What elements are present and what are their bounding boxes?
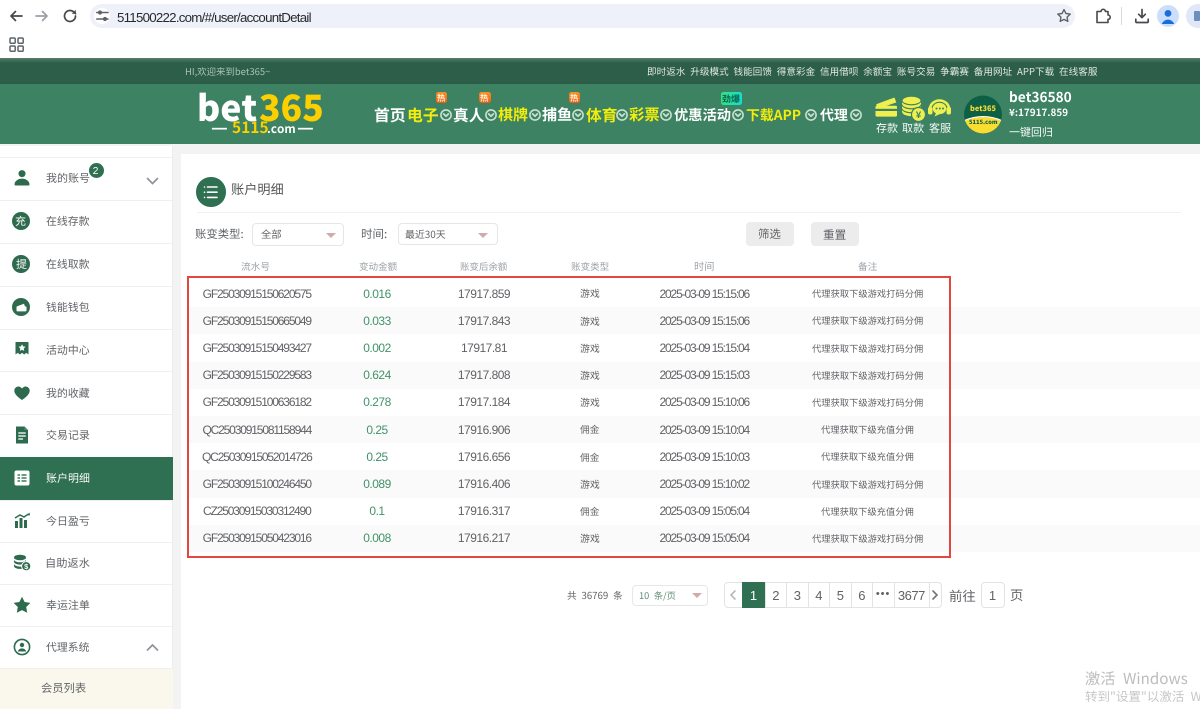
svg-text:¥: ¥ — [916, 110, 922, 121]
